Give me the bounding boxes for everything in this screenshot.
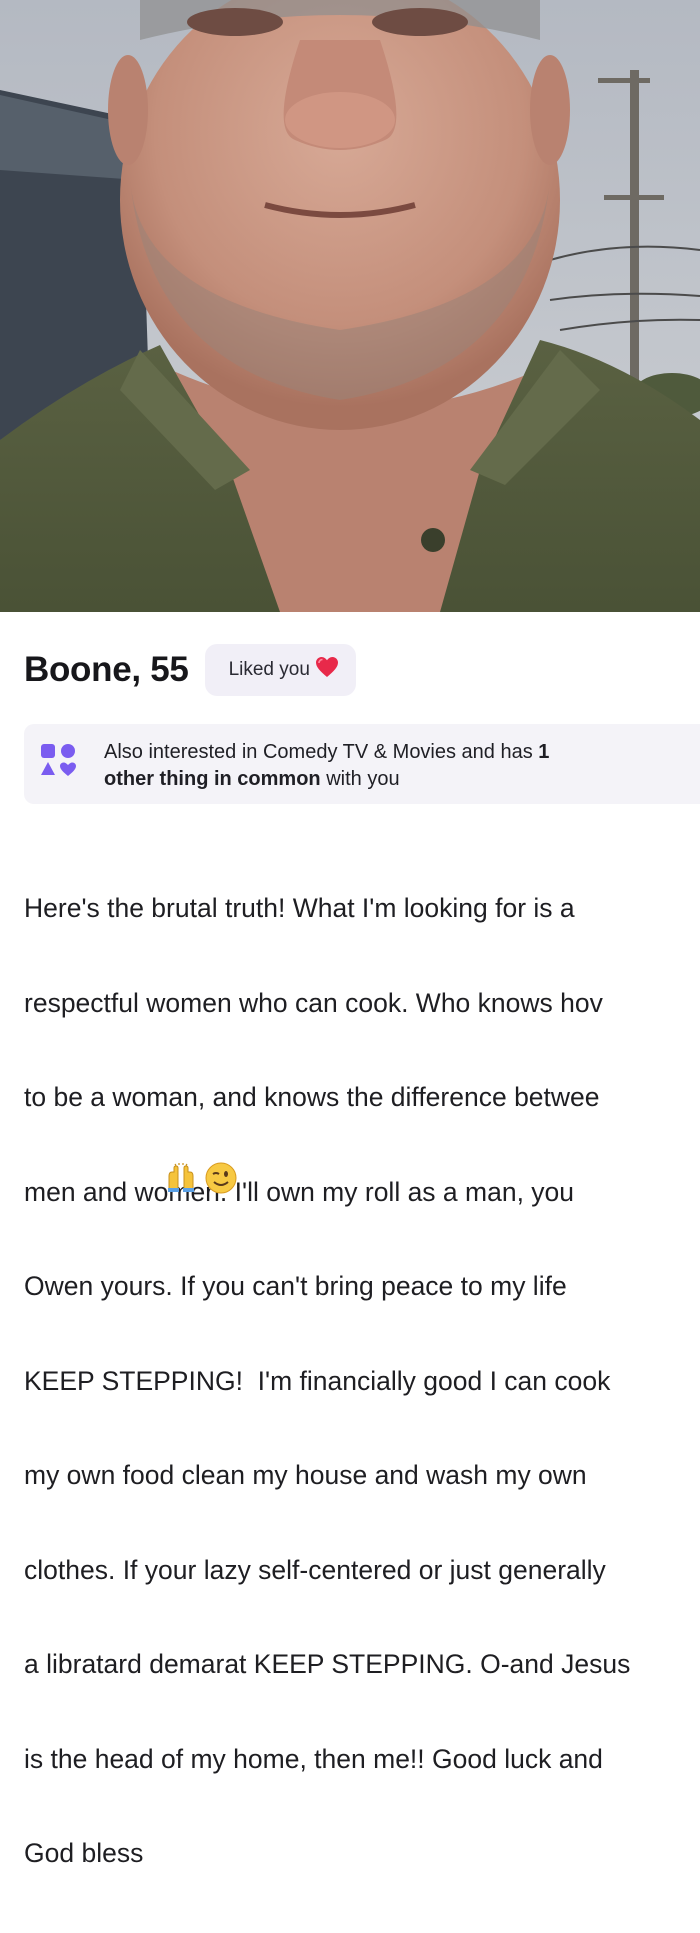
bio-line: a libratard demarat KEEP STEPPING. O-and… xyxy=(24,1649,631,1679)
bio-line: is the head of my home, then me!! Good l… xyxy=(24,1743,603,1774)
shared-interests-panel: Also interested in Comedy TV & Movies an… xyxy=(24,724,700,804)
shapes-icon xyxy=(38,741,78,786)
profile-photo-illustration xyxy=(0,0,700,612)
bio-text: Here's the brutal truth! What I'm lookin… xyxy=(24,830,700,1933)
liked-you-label: Liked you xyxy=(228,659,310,680)
interests-common: other thing in common xyxy=(104,768,321,790)
interests-suffix: with you xyxy=(320,768,400,790)
bio-line: KEEP STEPPING! I'm financially good I ca… xyxy=(24,1365,611,1396)
winking-face-icon xyxy=(205,1162,237,1199)
bio-line: respectful women who can cook. Who knows… xyxy=(24,987,603,1018)
bio-line: my own food clean my house and wash my o… xyxy=(24,1460,587,1490)
profile-card: Boone, 55 Liked you Also interested in C… xyxy=(0,612,700,1868)
interests-count: 1 xyxy=(538,741,550,763)
bio-line: God bless xyxy=(24,1838,144,1868)
bio-line: to be a woman, and knows the difference … xyxy=(24,1082,600,1112)
bio-line: Owen yours. If you can't bring peace to … xyxy=(24,1271,567,1301)
raising-hands-icon xyxy=(165,1162,197,1199)
bio-line: clothes. If your lazy self-centered or j… xyxy=(24,1554,606,1585)
bio-line: Here's the brutal truth! What I'm lookin… xyxy=(24,893,575,923)
interests-prefix: Also interested in Comedy TV & Movies an… xyxy=(104,741,539,763)
liked-you-badge: Liked you xyxy=(204,644,356,696)
heart-icon xyxy=(314,655,340,685)
bio-line: men and women. I'll own my roll as a man… xyxy=(24,1176,575,1207)
profile-name: Boone, 55 xyxy=(24,650,189,689)
bio-emojis xyxy=(165,1162,237,1199)
name-row: Boone, 55 Liked you xyxy=(24,644,356,696)
profile-photo[interactable] xyxy=(0,0,700,612)
shared-interests-text: Also interested in Comedy TV & Movies an… xyxy=(104,739,664,793)
